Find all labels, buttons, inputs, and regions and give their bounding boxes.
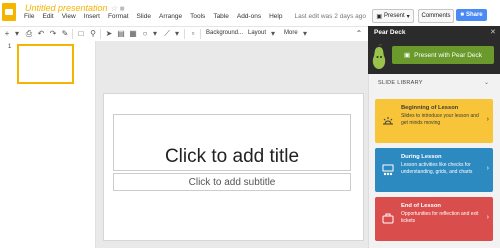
card-beginning-of-lesson[interactable]: Beginning of Lesson Slides to introduce … [375,99,493,143]
menu-arrange[interactable]: Arrange [159,13,182,20]
sunrise-icon [383,117,393,125]
more-button[interactable]: More [284,30,298,36]
select-cursor-icon[interactable]: ➤ [104,29,114,39]
chevron-down-icon[interactable]: ⌄ [484,79,489,86]
toolbar-divider [72,29,73,39]
card-title: End of Lesson [401,203,441,209]
document-title[interactable]: Untitled presentation ☆ ■ [25,3,125,13]
present-label: Present [383,13,405,19]
folder-icon[interactable]: ■ [120,4,125,13]
card-description: Slides to introduce your lesson and get … [401,113,479,126]
star-icon[interactable]: ☆ [110,4,117,13]
toolbar-divider [200,29,201,39]
toolbar-divider [184,29,185,39]
lock-icon: ■ [460,12,464,18]
redo-icon[interactable]: ↷ [48,29,58,39]
chevron-down-icon[interactable]: ▾ [150,29,160,39]
fit-icon[interactable]: □ [76,29,86,39]
audience-icon [382,164,394,176]
sidebar-title: Pear Deck [374,29,406,36]
slide-thumbnail[interactable] [17,44,74,84]
chevron-down-icon[interactable]: ▾ [12,29,22,39]
new-slide-icon[interactable]: + [2,29,12,39]
print-icon[interactable]: ⎙ [24,29,34,39]
slide-number: 1 [8,44,12,50]
menu-edit[interactable]: Edit [42,13,53,20]
chevron-down-icon[interactable]: ▾ [172,29,182,39]
chevron-right-icon: › [486,214,489,221]
collapse-up-icon[interactable]: ⌃ [354,29,364,39]
subtitle-placeholder[interactable]: Click to add subtitle [113,173,351,191]
toolbar-divider [100,29,101,39]
chevron-down-icon[interactable]: ▾ [268,29,278,39]
card-during-lesson[interactable]: During Lesson Lesson activities like che… [375,148,493,192]
card-title: During Lesson [401,154,442,160]
chevron-right-icon: › [486,165,489,172]
menu-file[interactable]: File [24,13,34,20]
chevron-down-icon[interactable]: ▾ [300,29,310,39]
zoom-icon[interactable]: ⚲ [88,29,98,39]
background-button[interactable]: Background... [206,30,243,36]
present-with-pear-deck-button[interactable]: ▣ Present with Pear Deck [392,46,494,64]
document-title-text[interactable]: Untitled presentation [25,3,108,13]
undo-icon[interactable]: ↶ [36,29,46,39]
present-with-pear-deck-label: Present with Pear Deck [414,51,483,59]
chevron-down-icon: ▾ [406,13,410,20]
share-label: Share [465,12,483,18]
line-icon[interactable]: ⟋ [162,29,172,39]
comments-button[interactable]: Comments [418,9,454,23]
menu-help[interactable]: Help [269,13,282,20]
slides-logo[interactable] [2,3,16,21]
textbox-icon[interactable]: ▤ [116,29,126,39]
present-icon: ▣ [403,52,411,59]
slide-library-heading[interactable]: SLIDE LIBRARY [378,80,423,86]
exit-ticket-icon [382,213,394,224]
menu-tools[interactable]: Tools [190,13,205,20]
image-icon[interactable]: ▦ [128,29,138,39]
present-icon: ▣ [376,13,382,20]
menu-format[interactable]: Format [108,13,129,20]
chevron-right-icon: › [486,116,489,123]
shape-icon[interactable]: ○ [140,29,150,39]
present-button[interactable]: ▣ Present ▾ [372,9,414,23]
title-placeholder[interactable]: Click to add title [113,114,351,171]
card-title: Beginning of Lesson [401,105,459,111]
last-edit-status[interactable]: Last edit was 2 days ago [294,13,366,20]
menu-table[interactable]: Table [213,13,229,20]
pear-mascot-icon [372,44,386,69]
menu-view[interactable]: View [62,13,76,20]
card-description: Lesson activities like checks for unders… [401,162,473,175]
menu-addons[interactable]: Add-ons [237,13,261,20]
menu-insert[interactable]: Insert [84,13,100,20]
title-placeholder-text: Click to add title [164,146,300,167]
card-end-of-lesson[interactable]: End of Lesson Opportunities for reflecti… [375,197,493,241]
subtitle-placeholder-text: Click to add subtitle [188,176,276,188]
card-description: Opportunities for reflection and exit ti… [401,211,479,224]
menu-bar: File Edit View Insert Format Slide Arran… [24,13,366,20]
layout-button[interactable]: Layout [248,30,266,36]
comments-label: Comments [421,13,451,19]
close-icon[interactable]: ✕ [490,28,496,36]
comment-icon[interactable]: ▫ [188,29,198,39]
paint-format-icon[interactable]: ✎ [60,29,70,39]
toolbar: + ▾ ⎙ ↶ ↷ ✎ □ ⚲ ➤ ▤ ▦ ○ ▾ ⟋ ▾ ▫ Backgrou… [0,26,368,42]
share-button[interactable]: ■ Share [456,9,487,21]
menu-slide[interactable]: Slide [137,13,151,20]
